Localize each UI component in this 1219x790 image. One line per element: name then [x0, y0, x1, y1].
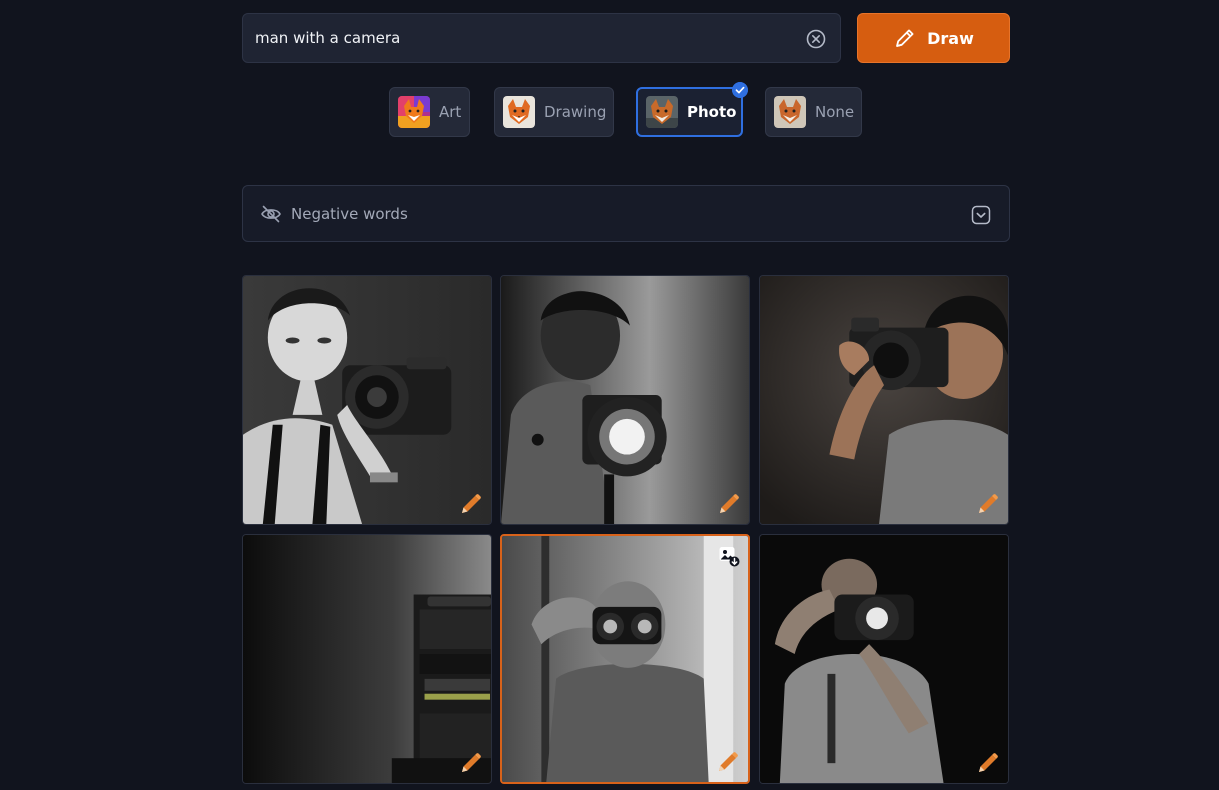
- generated-photo: [502, 536, 748, 782]
- generated-image-6[interactable]: [759, 534, 1009, 784]
- negative-words-label: Negative words: [291, 205, 408, 223]
- chevron-down-icon: [971, 205, 991, 225]
- fox-photo-thumbnail: [646, 96, 678, 128]
- image-generator-page: Draw Art Drawing: [0, 0, 1219, 790]
- fox-drawing-thumbnail: [503, 96, 535, 128]
- edit-icon[interactable]: [976, 751, 1000, 775]
- pencil-icon: [896, 29, 914, 47]
- fox-none-thumbnail: [774, 96, 806, 128]
- draw-button-label: Draw: [927, 28, 974, 48]
- style-chip-photo[interactable]: Photo: [636, 82, 748, 137]
- negative-words-toggle[interactable]: Negative words: [242, 185, 1010, 242]
- style-chip-label: None: [815, 103, 855, 121]
- prompt-input[interactable]: [243, 14, 783, 62]
- fox-art-thumbnail: [398, 96, 430, 128]
- style-chip-label: Art: [439, 103, 462, 121]
- style-chip-label: Photo: [687, 103, 737, 121]
- selected-check-icon: [732, 82, 748, 98]
- edit-icon[interactable]: [976, 492, 1000, 516]
- draw-button[interactable]: Draw: [857, 13, 1010, 63]
- generated-image-5[interactable]: [500, 534, 750, 784]
- edit-icon[interactable]: [716, 750, 740, 774]
- style-chip-none[interactable]: None: [765, 87, 862, 137]
- eye-off-icon: [261, 205, 281, 223]
- generated-photo: [243, 535, 491, 783]
- prompt-box: [242, 13, 841, 63]
- generated-photo: [501, 276, 749, 524]
- generated-image-1[interactable]: [242, 275, 492, 525]
- generated-image-2[interactable]: [500, 275, 750, 525]
- generated-image-4[interactable]: [242, 534, 492, 784]
- generated-photo: [760, 276, 1008, 524]
- style-chip-label: Drawing: [544, 103, 607, 121]
- clear-icon[interactable]: [805, 28, 827, 50]
- generated-image-3[interactable]: [759, 275, 1009, 525]
- save-image-icon[interactable]: [718, 545, 740, 567]
- style-chip-drawing[interactable]: Drawing: [494, 87, 614, 137]
- generated-photo: [243, 276, 491, 524]
- style-chip-art[interactable]: Art: [389, 87, 470, 137]
- generated-photo: [760, 535, 1008, 783]
- edit-icon[interactable]: [459, 492, 483, 516]
- edit-icon[interactable]: [459, 751, 483, 775]
- edit-icon[interactable]: [717, 492, 741, 516]
